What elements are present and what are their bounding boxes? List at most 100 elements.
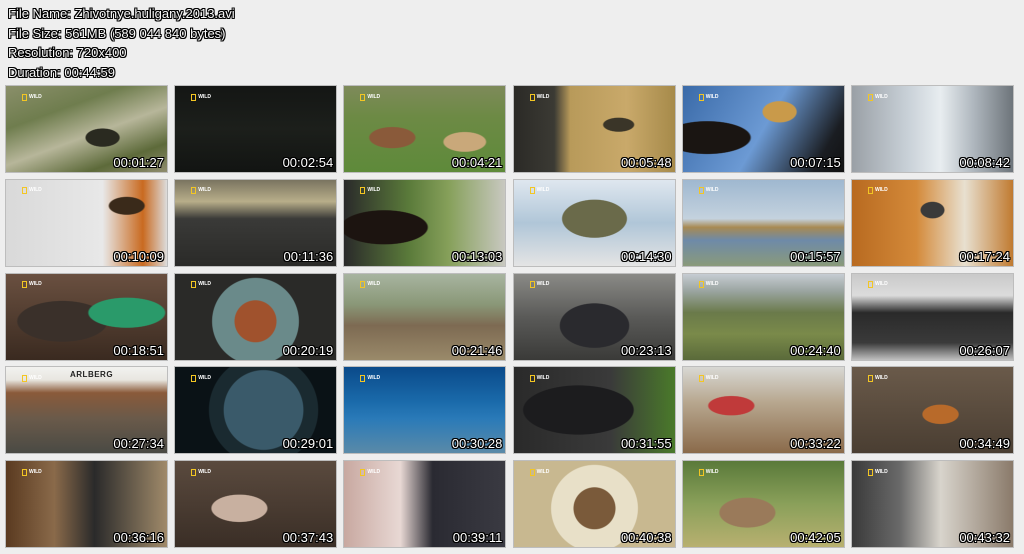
channel-logo-icon: WILD	[529, 93, 552, 101]
thumbnail-timestamp: 00:20:19	[282, 342, 334, 358]
thumbnail-timestamp: 00:43:32	[959, 530, 1010, 546]
thumbnail-timestamp: 00:07:15	[790, 155, 841, 170]
file-name-label: File Name: Zhivotnye.huligany.2013.avi	[8, 6, 235, 21]
channel-logo-icon: WILD	[867, 93, 890, 101]
channel-logo-icon: WILD	[529, 374, 552, 382]
logo-frame-icon	[698, 93, 704, 101]
thumbnail-timestamp: 00:31:55	[620, 436, 672, 452]
channel-logo-icon: WILD	[360, 281, 382, 289]
logo-text: WILD	[367, 281, 381, 288]
duration-label: Duration: 00:44:59	[8, 64, 115, 80]
thumbnail-timestamp: 00:42:05	[790, 530, 841, 546]
video-thumbnail[interactable]: WILD 00:24:40	[681, 272, 845, 361]
video-thumbnail[interactable]: WILD 00:29:01	[174, 366, 338, 455]
logo-frame-icon	[698, 281, 704, 289]
logo-text: WILD	[536, 93, 550, 100]
video-thumbnail[interactable]: WILD 00:21:46	[343, 272, 507, 361]
thumbnail-timestamp: 00:27:34	[113, 436, 164, 452]
video-thumbnail[interactable]: WILD 00:10:09	[5, 178, 168, 267]
video-thumbnail[interactable]: WILD 00:36:16	[5, 460, 168, 549]
thumbnail-timestamp: 00:04:21	[451, 155, 503, 170]
logo-text: WILD	[198, 187, 211, 194]
thumbnail-timestamp: 00:08:42	[959, 155, 1010, 170]
logo-text: WILD	[874, 187, 888, 194]
video-thumbnail[interactable]: WILD 00:08:42	[850, 85, 1014, 173]
thumbnail-timestamp: 00:02:54	[282, 155, 334, 170]
video-thumbnail[interactable]: WILD 00:18:51	[5, 272, 168, 361]
video-thumbnail[interactable]: ARLBERG WILD 00:27:34	[5, 366, 168, 455]
logo-frame-icon	[22, 187, 27, 195]
logo-text: WILD	[874, 374, 888, 381]
video-thumbnail[interactable]: WILD 00:14:30	[512, 178, 676, 267]
channel-logo-icon: WILD	[22, 187, 44, 195]
channel-logo-icon: WILD	[360, 93, 382, 101]
logo-frame-icon	[22, 374, 27, 382]
video-thumbnail[interactable]: WILD 00:07:15	[681, 85, 845, 173]
video-thumbnail[interactable]: WILD 00:33:22	[681, 366, 845, 455]
logo-frame-icon	[191, 281, 197, 289]
channel-logo-icon: WILD	[360, 468, 382, 476]
logo-frame-icon	[867, 187, 873, 195]
video-thumbnail[interactable]: WILD 00:42:05	[681, 460, 845, 549]
channel-logo-icon: WILD	[22, 281, 44, 289]
video-thumbnail[interactable]: WILD 00:34:49	[850, 366, 1014, 455]
logo-frame-icon	[191, 93, 197, 101]
logo-frame-icon	[529, 93, 535, 101]
channel-logo-icon: WILD	[698, 281, 721, 289]
video-thumbnail[interactable]: WILD 00:11:36	[174, 178, 338, 267]
video-thumbnail[interactable]: WILD 00:23:13	[512, 272, 676, 361]
logo-frame-icon	[360, 374, 366, 382]
thumbnail-timestamp: 00:34:49	[959, 436, 1010, 452]
thumbnail-timestamp: 00:37:43	[282, 530, 334, 546]
logo-text: WILD	[536, 468, 550, 475]
thumbnail-timestamp: 00:23:13	[620, 342, 672, 358]
logo-text: WILD	[367, 187, 381, 194]
thumbnail-timestamp: 00:17:24	[959, 248, 1010, 264]
channel-logo-icon: WILD	[191, 468, 213, 476]
video-thumbnail[interactable]: WILD 00:13:03	[343, 178, 507, 267]
logo-frame-icon	[867, 281, 873, 289]
channel-logo-icon: WILD	[698, 93, 721, 101]
thumbnail-timestamp: 00:15:57	[790, 248, 841, 264]
channel-logo-icon: WILD	[867, 468, 890, 476]
channel-logo-icon: WILD	[867, 187, 890, 195]
thumbnail-timestamp: 00:36:16	[113, 530, 164, 546]
logo-frame-icon	[22, 468, 27, 476]
logo-text: WILD	[198, 468, 211, 475]
resolution-label: Resolution: 720x400	[8, 45, 127, 60]
logo-text: WILD	[198, 281, 211, 288]
video-thumbnail[interactable]: WILD 00:37:43	[174, 460, 338, 549]
video-thumbnail[interactable]: WILD 00:43:32	[850, 460, 1014, 549]
thumbnail-timestamp: 00:14:30	[620, 248, 672, 264]
thumbnail-timestamp: 00:18:51	[113, 342, 164, 358]
video-thumbnail[interactable]: WILD 00:39:11	[343, 460, 507, 549]
logo-frame-icon	[22, 281, 27, 289]
video-thumbnail[interactable]: WILD 00:20:19	[174, 272, 338, 361]
video-thumbnail[interactable]: WILD 00:05:48	[512, 85, 676, 173]
shop-sign-text: ARLBERG	[70, 370, 114, 380]
logo-text: WILD	[874, 281, 888, 288]
video-thumbnail[interactable]: WILD 00:04:21	[343, 85, 507, 173]
video-thumbnail[interactable]: WILD 00:31:55	[512, 366, 676, 455]
video-thumbnail[interactable]: WILD 00:15:57	[681, 178, 845, 267]
logo-text: WILD	[367, 468, 381, 475]
video-thumbnail[interactable]: WILD 00:26:07	[850, 272, 1014, 361]
thumbnail-timestamp: 00:39:11	[452, 530, 503, 546]
video-thumbnail[interactable]: WILD 00:02:54	[174, 85, 338, 173]
channel-logo-icon: WILD	[191, 93, 213, 101]
logo-frame-icon	[867, 93, 873, 101]
thumbnail-timestamp: 00:01:27	[113, 155, 164, 170]
channel-logo-icon: WILD	[529, 468, 552, 476]
video-thumbnail[interactable]: WILD 00:40:38	[512, 460, 676, 549]
logo-frame-icon	[22, 93, 27, 101]
logo-text: WILD	[198, 374, 211, 381]
channel-logo-icon: WILD	[529, 281, 552, 289]
channel-logo-icon: WILD	[191, 187, 213, 195]
logo-text: WILD	[705, 281, 719, 288]
video-thumbnail[interactable]: WILD 00:01:27	[5, 85, 168, 173]
channel-logo-icon: WILD	[529, 187, 552, 195]
logo-text: WILD	[29, 281, 42, 288]
logo-frame-icon	[867, 374, 873, 382]
video-thumbnail[interactable]: WILD 00:17:24	[850, 178, 1014, 267]
video-thumbnail[interactable]: WILD 00:30:28	[343, 366, 507, 455]
